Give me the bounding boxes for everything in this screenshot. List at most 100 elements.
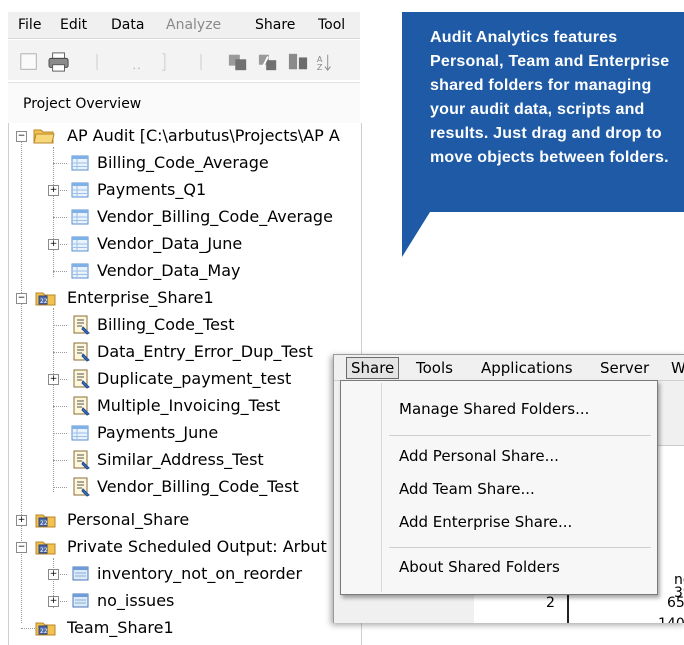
tree-line [53, 433, 67, 434]
expand-icon[interactable]: + [16, 515, 27, 526]
menu-share[interactable]: Share [255, 17, 295, 33]
tree-node-vendor-data-may[interactable]: Vendor_Data_May [9, 258, 361, 284]
svg-text:Z: Z [317, 62, 323, 72]
tree-node-label: Vendor_Billing_Code_Test [97, 477, 299, 496]
main-toolbar: AZ [8, 40, 360, 80]
add-team-share-item[interactable]: Add Team Share... [399, 480, 535, 498]
script-icon [73, 396, 90, 416]
tree-node-no-issues[interactable]: + no_issues [9, 588, 361, 614]
tree-node-payments-q1[interactable]: + Payments_Q1 [9, 177, 361, 203]
svg-text:22: 22 [40, 628, 48, 635]
toolbar-separator-icon [200, 53, 202, 71]
tree-node-label: Private Scheduled Output: Arbut [67, 537, 327, 556]
tree-node-billing-code-average[interactable]: Billing_Code_Average [9, 150, 361, 176]
script-icon [73, 369, 90, 389]
background-cell: 140 [658, 616, 684, 623]
project-overview-title: Project Overview [23, 96, 142, 112]
tree-line [53, 163, 67, 164]
svg-text:22: 22 [40, 520, 48, 527]
menu-analyze[interactable]: Analyze [166, 17, 221, 33]
tree-line [53, 487, 67, 488]
tree-node-label: Enterprise_Share1 [67, 288, 214, 307]
output-icon [72, 566, 89, 581]
toolbar-separator-icon [96, 53, 98, 71]
menu-share-open[interactable]: Share [346, 357, 400, 379]
collapse-icon[interactable]: − [16, 131, 27, 142]
relate-icon[interactable] [286, 52, 310, 72]
project-tree[interactable]: − AP Audit [C:\arbutus\Projects\AP A Bil… [8, 123, 362, 645]
expand-icon[interactable]: + [48, 374, 59, 385]
tree-node-billing-code-test[interactable]: Billing_Code_Test [9, 312, 361, 338]
tree-line [53, 352, 67, 353]
tree-node-team-share1[interactable]: 22 Team_Share1 [9, 615, 361, 641]
menu-tools[interactable]: Tool [318, 17, 345, 33]
table-icon [71, 263, 89, 279]
tree-node-enterprise-share1[interactable]: − 22 Enterprise_Share1 [9, 285, 361, 311]
tree-node-label: Billing_Code_Average [97, 153, 269, 172]
tree-node-vendor-billing-code-test[interactable]: Vendor_Billing_Code_Test [9, 474, 361, 500]
tree-node-similar-address-test[interactable]: Similar_Address_Test [9, 447, 361, 473]
manage-shared-folders-item[interactable]: Manage Shared Folders... [399, 400, 589, 418]
menu-edit[interactable]: Edit [60, 17, 87, 33]
callout-tail-icon [402, 212, 430, 257]
tree-node-personal-share[interactable]: + 22 Personal_Share [9, 507, 361, 533]
tree-node-label: Duplicate_payment_test [97, 369, 292, 388]
new-icon[interactable] [18, 52, 40, 72]
tree-node-label: AP Audit [C:\arbutus\Projects\AP A [67, 126, 340, 145]
script-icon [73, 450, 90, 470]
expand-icon[interactable]: + [48, 596, 59, 607]
tree-node-duplicate-payment-test[interactable]: + Duplicate_payment_test [9, 366, 361, 392]
folder-icon [33, 129, 55, 144]
menu-server[interactable]: Server [600, 359, 649, 377]
expand-icon[interactable]: + [48, 239, 59, 250]
tree-line [60, 244, 67, 245]
tree-node-ap-audit[interactable]: − AP Audit [C:\arbutus\Projects\AP A [9, 123, 361, 149]
print-icon[interactable] [46, 52, 72, 72]
tree-node-data-entry-error-dup-test[interactable]: Data_Entry_Error_Dup_Test [9, 339, 361, 365]
tree-node-label: inventory_not_on_reorder [97, 564, 303, 583]
tree-node-label: Vendor_Billing_Code_Average [97, 207, 333, 226]
tree-line [21, 628, 35, 629]
about-shared-folders-item[interactable]: About Shared Folders [399, 558, 560, 576]
sort-icon[interactable]: AZ [314, 52, 336, 72]
table-icon [71, 209, 89, 225]
expand-icon[interactable]: + [48, 185, 59, 196]
script-icon [73, 315, 90, 335]
menu-window[interactable]: W [671, 359, 684, 377]
tree-line [53, 460, 67, 461]
menu-separator [389, 547, 651, 548]
expand-icon[interactable]: + [48, 569, 59, 580]
collapse-icon[interactable]: − [16, 293, 27, 304]
share-window-menubar: Share Tools Applications Server W [334, 355, 684, 381]
table-icon [71, 425, 89, 441]
collapse-icon[interactable]: − [16, 542, 27, 553]
tree-node-label: no_issues [97, 591, 175, 610]
script-icon [73, 342, 90, 362]
add-enterprise-share-item[interactable]: Add Enterprise Share... [399, 513, 572, 531]
tree-node-label: Vendor_Data_May [97, 261, 241, 280]
project-overview-header: Project Overview [8, 82, 360, 124]
tree-node-label: Team_Share1 [67, 618, 174, 637]
table-icon [71, 236, 89, 252]
tree-node-inventory-not-on-reorder[interactable]: + inventory_not_on_reorder [9, 561, 361, 587]
feature-callout: Audit Analytics features Personal, Team … [402, 12, 684, 212]
menu-file[interactable]: File [18, 17, 41, 33]
menu-data[interactable]: Data [111, 17, 144, 33]
background-cell: 65 [667, 595, 684, 611]
menu-applications[interactable]: Applications [481, 359, 573, 377]
tree-node-label: Personal_Share [67, 510, 190, 529]
tree-node-private-scheduled-output[interactable]: − 22 Private Scheduled Output: Arbut [9, 534, 361, 560]
tree-node-label: Vendor_Data_June [97, 234, 243, 253]
add-personal-share-item[interactable]: Add Personal Share... [399, 447, 559, 465]
link-table-icon[interactable] [256, 52, 280, 72]
tree-node-vendor-billing-code-average[interactable]: Vendor_Billing_Code_Average [9, 204, 361, 230]
copy-table-icon[interactable] [226, 52, 250, 72]
tree-node-payments-june[interactable]: Payments_June [9, 420, 361, 446]
tree-node-vendor-data-june[interactable]: + Vendor_Data_June [9, 231, 361, 257]
menu-separator [389, 435, 651, 436]
tree-node-multiple-invoicing-test[interactable]: Multiple_Invoicing_Test [9, 393, 361, 419]
tree-node-label: Multiple_Invoicing_Test [97, 396, 281, 415]
svg-text:22: 22 [40, 547, 48, 554]
tree-line [60, 601, 67, 602]
menu-tools[interactable]: Tools [416, 359, 453, 377]
